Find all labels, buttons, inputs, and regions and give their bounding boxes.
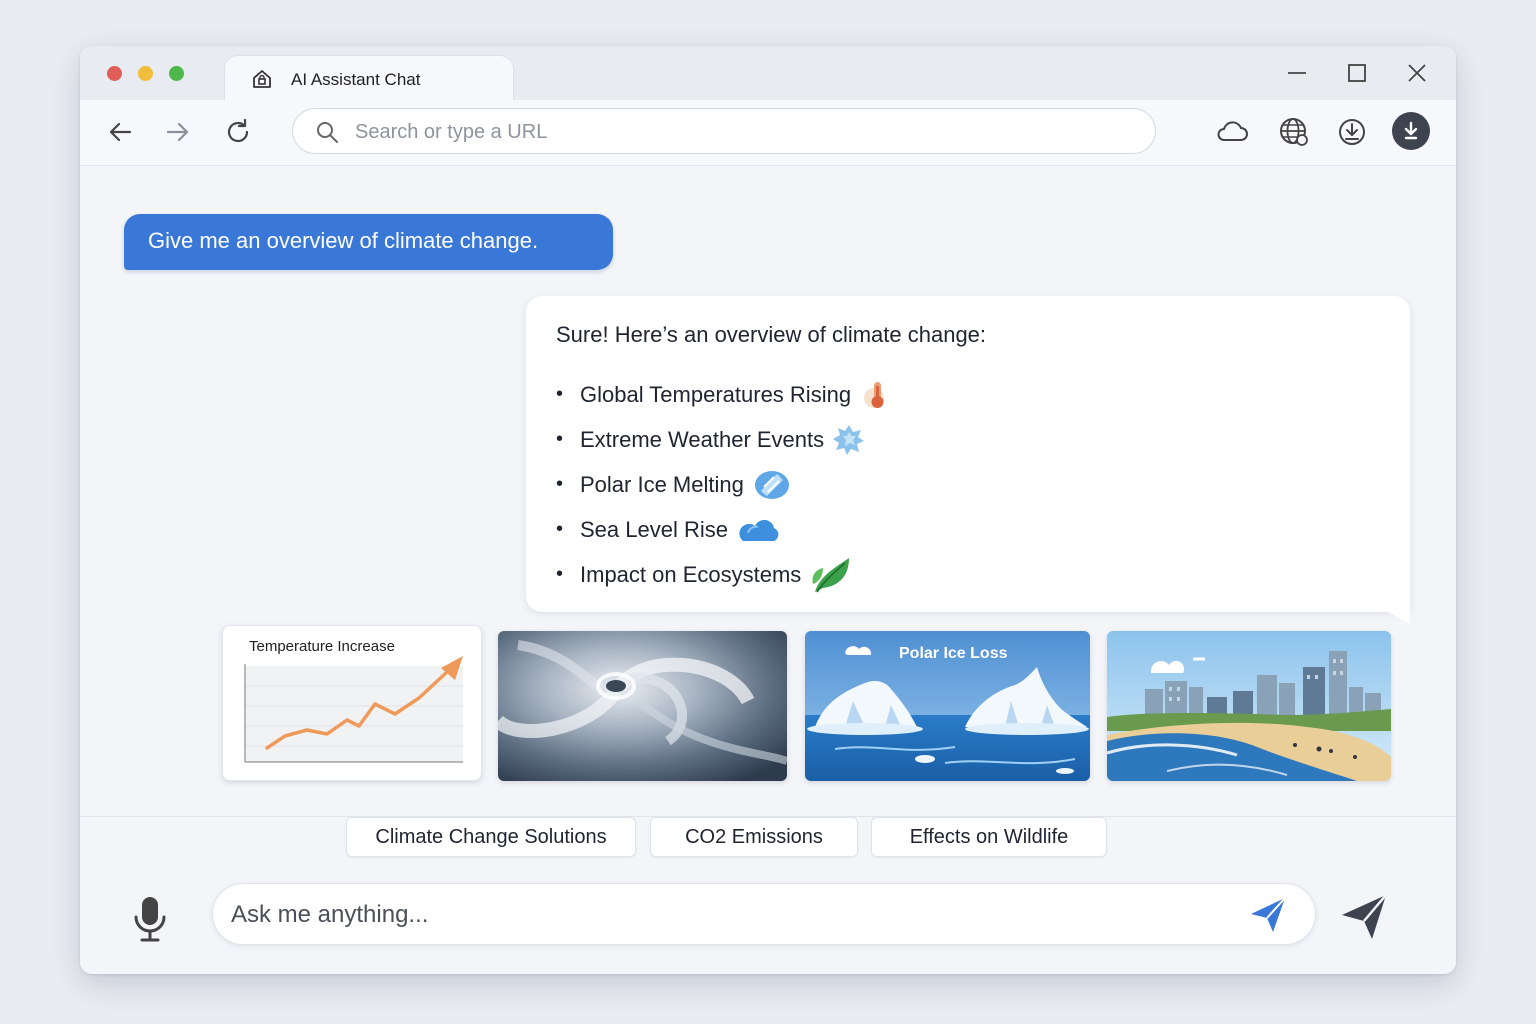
search-icon <box>317 122 338 143</box>
suggestion-chip-solutions[interactable]: Climate Change Solutions <box>346 817 636 857</box>
thermometer-icon <box>864 381 885 408</box>
tab-ai-assistant-chat[interactable]: AI Assistant Chat <box>224 55 514 101</box>
chart-title: Temperature Increase <box>249 638 395 655</box>
leaf-icon <box>812 557 850 592</box>
composer-area: Climate Change Solutions CO2 Emissions E… <box>80 816 1456 974</box>
assistant-intro: Sure! Here’s an overview of climate chan… <box>556 322 987 347</box>
url-bar[interactable] <box>292 108 1156 154</box>
list-item: • Impact on Ecosystems <box>556 552 893 597</box>
close-icon[interactable] <box>1404 60 1430 86</box>
list-item-label: Impact on Ecosystems <box>580 561 802 587</box>
list-item-label: Extreme Weather Events <box>580 426 825 452</box>
send-paper-plane-icon[interactable] <box>1338 891 1390 943</box>
coastal-city-illustration <box>1107 631 1391 781</box>
globe-icon[interactable] <box>1276 114 1312 150</box>
reload-icon[interactable] <box>222 116 254 148</box>
suggestion-chip-wildlife[interactable]: Effects on Wildlife <box>871 817 1107 857</box>
list-item: • Extreme Weather Events <box>556 417 893 462</box>
microphone-icon[interactable] <box>130 895 170 943</box>
minimize-window-dot[interactable] <box>138 66 153 81</box>
cloud-icon[interactable] <box>1214 114 1250 150</box>
tab-title: AI Assistant Chat <box>291 70 421 89</box>
chat-area: Give me an overview of climate change. S… <box>80 166 1456 816</box>
storm-icon <box>833 424 865 455</box>
title-bar: AI Assistant Chat <box>80 46 1456 101</box>
cloud-icon <box>739 519 779 541</box>
list-item: • Global Temperatures Rising <box>556 372 893 417</box>
maximize-icon[interactable] <box>1344 60 1370 86</box>
list-item-label: Global Temperatures Rising <box>580 381 852 407</box>
user-message: Give me an overview of climate change. <box>124 214 613 270</box>
maximize-window-dot[interactable] <box>169 66 184 81</box>
overview-list: • Global Temperatures Rising • Extreme W… <box>556 372 893 597</box>
home-lock-icon <box>253 70 271 88</box>
browser-toolbar <box>80 100 1456 166</box>
close-window-dot[interactable] <box>107 66 122 81</box>
hurricane-image[interactable] <box>498 631 787 781</box>
coastal-city-image[interactable] <box>1107 631 1391 781</box>
chat-input-box[interactable] <box>212 883 1316 945</box>
forward-arrow-icon[interactable] <box>162 116 194 148</box>
browser-window: AI Assistant Chat Search or type a URL G… <box>80 46 1456 974</box>
ice-icon <box>754 470 789 499</box>
temperature-chart-card[interactable]: Temperature Increase <box>222 625 482 781</box>
suggestion-chip-co2[interactable]: CO2 Emissions <box>650 817 858 857</box>
download-icon[interactable] <box>1334 114 1370 150</box>
profile-avatar[interactable] <box>1392 112 1430 150</box>
list-item-label: Polar Ice Melting <box>580 471 744 497</box>
list-item: • Polar Ice Melting <box>556 462 893 507</box>
assistant-message: Sure! Here’s an overview of climate chan… <box>526 296 1410 624</box>
url-input[interactable] <box>355 117 1135 147</box>
polar-ice-image[interactable]: Polar Ice Loss <box>805 631 1090 781</box>
hurricane-satellite-image <box>498 631 787 781</box>
send-icon[interactable] <box>1247 894 1289 936</box>
chat-input[interactable] <box>231 898 1211 932</box>
minimize-icon[interactable] <box>1284 60 1310 86</box>
list-item-label: Sea Level Rise <box>580 516 728 542</box>
polar-image-label: Polar Ice Loss <box>899 645 1008 662</box>
temperature-chart <box>244 656 463 763</box>
back-arrow-icon[interactable] <box>104 116 136 148</box>
download-arrow-icon <box>1404 121 1418 140</box>
list-item: • Sea Level Rise <box>556 507 893 552</box>
